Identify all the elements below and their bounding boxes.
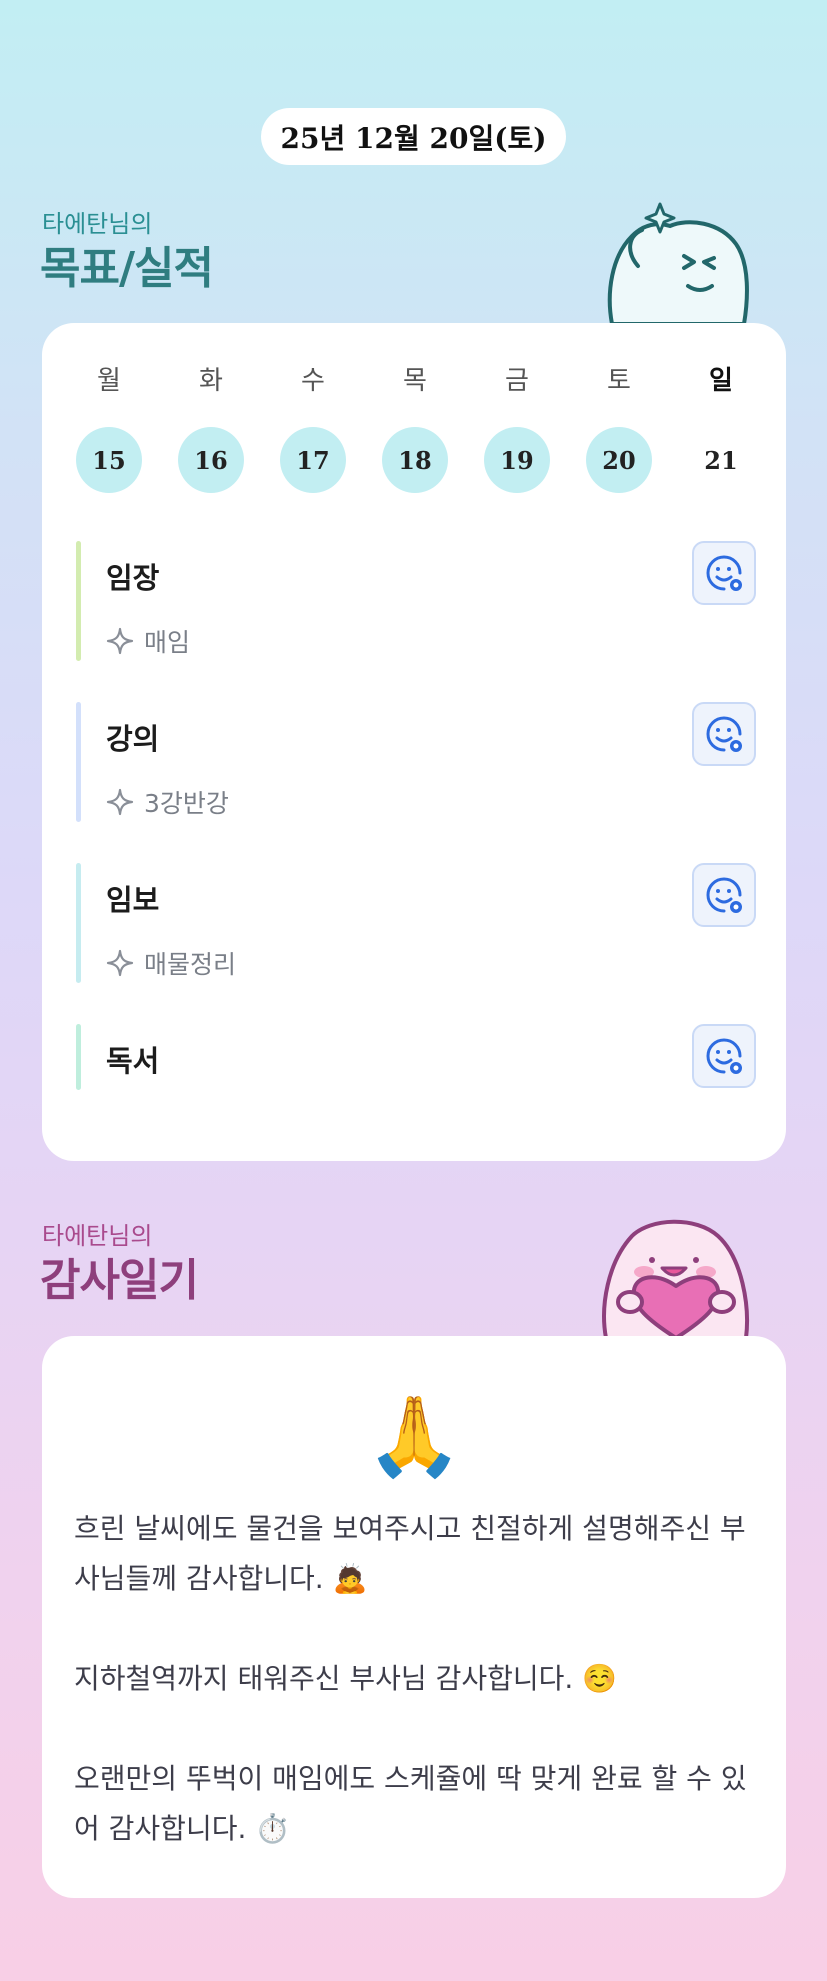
record-button[interactable] xyxy=(692,863,756,927)
day-number: 17 xyxy=(280,427,346,493)
record-button[interactable] xyxy=(692,702,756,766)
goal-detail: 3강반강 xyxy=(106,784,229,820)
goal-item: 강의 3강반강 xyxy=(76,702,756,822)
record-button[interactable] xyxy=(692,1024,756,1088)
thanks-entry: 오랜만의 뚜벅이 매임에도 스케쥴에 딱 맞게 완료 할 수 있어 감사합니다.… xyxy=(74,1762,747,1845)
day-fri[interactable]: 금 19 xyxy=(484,363,550,493)
goal-name: 임보 xyxy=(106,883,160,917)
goals-title: 목표/실적 xyxy=(40,243,214,294)
goals-card: 월 15 화 16 수 17 목 18 금 19 토 20 일 21 임장 매임… xyxy=(42,323,786,1161)
day-thu[interactable]: 목 18 xyxy=(382,363,448,493)
goal-name: 독서 xyxy=(106,1044,160,1078)
sparkle-icon xyxy=(106,949,134,977)
day-label: 일 xyxy=(709,366,733,396)
praying-hands-emoji: 🙏 xyxy=(365,1392,463,1482)
day-label: 목 xyxy=(403,366,427,396)
day-sat[interactable]: 토 20 xyxy=(586,363,652,493)
smile-add-icon xyxy=(706,716,742,752)
goal-color-bar xyxy=(76,541,81,661)
day-number: 18 xyxy=(382,427,448,493)
day-label: 월 xyxy=(97,366,121,396)
record-button[interactable] xyxy=(692,541,756,605)
goal-name: 강의 xyxy=(106,722,160,756)
thanks-entry: 흐린 날씨에도 물건을 보여주시고 친절하게 설명해주신 부사님들께 감사합니다… xyxy=(74,1512,746,1595)
smile-add-icon xyxy=(706,877,742,913)
goal-detail-text: 3강반강 xyxy=(144,789,229,818)
day-number: 21 xyxy=(704,445,738,475)
day-number: 15 xyxy=(76,427,142,493)
thanks-title: 감사일기 xyxy=(40,1255,199,1306)
smile-add-icon xyxy=(706,1038,742,1074)
goal-color-bar xyxy=(76,1024,81,1090)
goal-detail: 매임 xyxy=(106,623,190,659)
day-label: 수 xyxy=(301,366,325,396)
day-wed[interactable]: 수 17 xyxy=(280,363,346,493)
day-number: 20 xyxy=(586,427,652,493)
smile-add-icon xyxy=(706,555,742,591)
goal-item: 임보 매물정리 xyxy=(76,863,756,983)
mint-mascot-illustration xyxy=(607,202,749,326)
goal-detail-text: 매물정리 xyxy=(144,950,237,979)
thanks-body: 흐린 날씨에도 물건을 보여주시고 친절하게 설명해주신 부사님들께 감사합니다… xyxy=(74,1504,764,1904)
thanks-entry: 지하철역까지 태워주신 부사님 감사합니다. ☺️ xyxy=(74,1662,618,1695)
day-tue[interactable]: 화 16 xyxy=(178,363,244,493)
sparkle-icon xyxy=(106,627,134,655)
sparkle-icon xyxy=(106,788,134,816)
day-sun[interactable]: 일 21 xyxy=(688,363,754,493)
date-header: 25년 12월 20일(토) xyxy=(261,108,566,165)
day-label: 토 xyxy=(607,366,631,396)
day-number: 16 xyxy=(178,427,244,493)
goal-detail-text: 매임 xyxy=(144,628,191,657)
goal-color-bar xyxy=(76,863,81,983)
goal-name: 임장 xyxy=(106,561,160,595)
thanks-card: 🙏 흐린 날씨에도 물건을 보여주시고 친절하게 설명해주신 부사님들께 감사합… xyxy=(42,1336,786,1898)
day-mon[interactable]: 월 15 xyxy=(76,363,142,493)
day-number: 19 xyxy=(484,427,550,493)
goal-detail: 매물정리 xyxy=(106,945,236,981)
pink-heart-mascot-illustration xyxy=(602,1219,749,1338)
goal-color-bar xyxy=(76,702,81,822)
day-label: 금 xyxy=(505,366,529,396)
goal-item: 독서 xyxy=(76,1024,756,1090)
goal-item: 임장 매임 xyxy=(76,541,756,661)
day-label: 화 xyxy=(199,366,223,396)
